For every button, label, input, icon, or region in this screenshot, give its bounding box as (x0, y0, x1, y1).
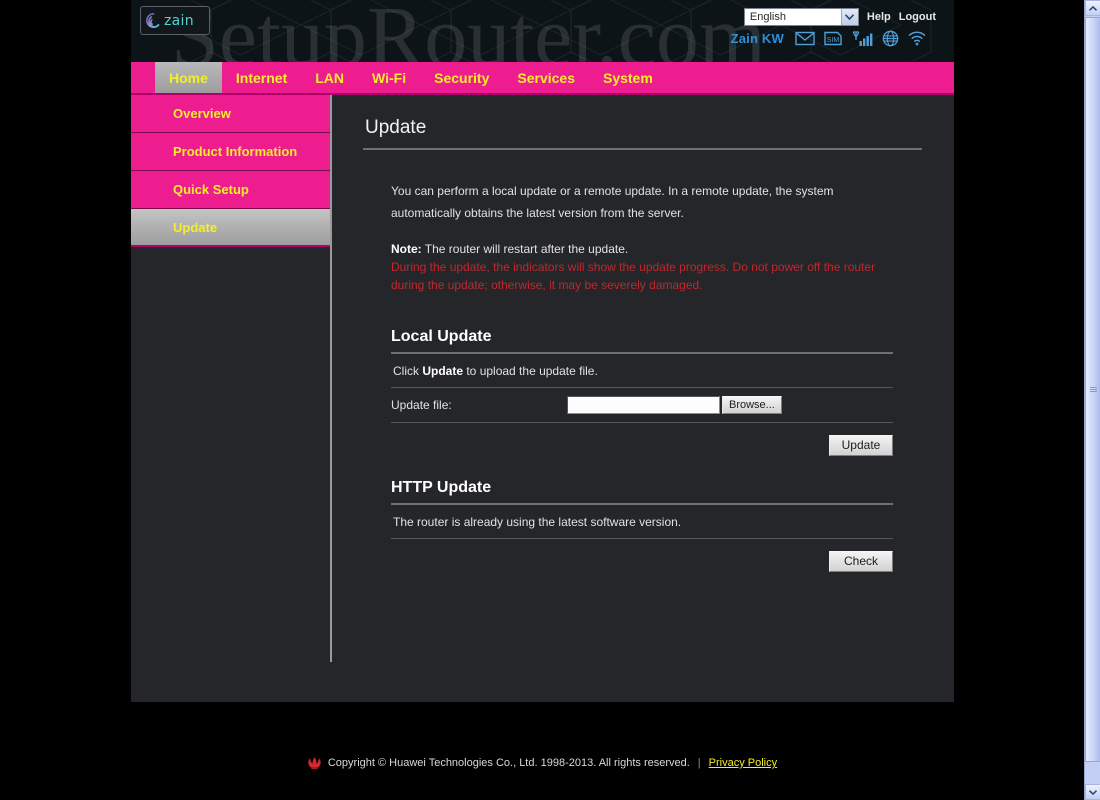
http-update-status: The router is already using the latest s… (393, 515, 682, 529)
page-title: Update (365, 117, 427, 138)
sidebar-menu: Overview Product Information Quick Setup… (131, 95, 332, 662)
local-update-actions: Update (391, 423, 893, 479)
zain-logo-text: zain (164, 12, 194, 29)
main-navigation: Home Internet LAN Wi-Fi Security Service… (131, 62, 954, 95)
browse-button[interactable]: Browse... (722, 396, 782, 414)
logout-link[interactable]: Logout (899, 11, 936, 23)
site-watermark: SetupRouter.com (171, 0, 766, 62)
content-area: Update You can perform a local update or… (332, 95, 954, 662)
scrollbar-thumb[interactable] (1085, 17, 1100, 762)
note-line: Note: The router will restart after the … (391, 240, 891, 258)
warning-text: During the update, the indicators will s… (391, 260, 876, 292)
note-label: Note: (391, 242, 422, 256)
instruction-bold: Update (422, 364, 464, 378)
language-selected-value: English (749, 11, 786, 23)
chevron-down-icon (1089, 789, 1097, 795)
note-block: Note: The router will restart after the … (391, 240, 891, 294)
wifi-icon[interactable] (908, 31, 926, 46)
privacy-policy-link[interactable]: Privacy Policy (709, 757, 777, 769)
help-link[interactable]: Help (867, 11, 891, 23)
nav-item-internet[interactable]: Internet (222, 62, 301, 93)
nav-item-home[interactable]: Home (155, 62, 222, 93)
sidebar-item-overview[interactable]: Overview (131, 95, 330, 133)
sidebar-item-quick-setup[interactable]: Quick Setup (131, 171, 330, 209)
title-divider (363, 148, 922, 150)
update-file-input[interactable] (567, 396, 720, 414)
huawei-logo-icon (308, 757, 321, 770)
vertical-scrollbar[interactable] (1084, 0, 1100, 800)
http-update-section: HTTP Update The router is already using … (391, 479, 893, 595)
nav-item-wifi[interactable]: Wi-Fi (358, 62, 420, 93)
chevron-up-icon (1089, 5, 1097, 11)
scrollbar-down-button[interactable] (1085, 784, 1100, 800)
mail-icon[interactable] (795, 31, 815, 46)
page-header: SetupRouter.com zain English Help Logout… (131, 0, 954, 62)
zain-swirl-icon (146, 13, 160, 28)
scrollbar-grip (1090, 386, 1097, 393)
update-file-label: Update file: (391, 398, 452, 412)
instruction-suffix: to upload the update file. (463, 364, 598, 378)
signal-bars-icon[interactable] (851, 30, 873, 47)
nav-item-lan[interactable]: LAN (301, 62, 358, 93)
zain-logo[interactable]: zain (140, 6, 210, 35)
intro-text: You can perform a local update or a remo… (391, 184, 834, 220)
status-bar: Zain KW SIM (731, 30, 926, 47)
http-update-title: HTTP Update (391, 479, 492, 496)
check-button[interactable]: Check (829, 551, 893, 572)
sidebar-item-update[interactable]: Update (131, 209, 330, 247)
scrollbar-up-button[interactable] (1085, 0, 1100, 16)
chevron-down-icon[interactable] (840, 9, 858, 25)
screenshot-root: SetupRouter.com zain English Help Logout… (0, 0, 1100, 800)
scrollbar-track[interactable] (1085, 17, 1100, 783)
footer-separator: | (697, 757, 701, 769)
http-update-actions: Check (391, 539, 893, 595)
page-body: Overview Product Information Quick Setup… (131, 95, 954, 662)
language-select[interactable]: English (743, 8, 859, 26)
local-update-title: Local Update (391, 328, 492, 345)
local-update-section: Local Update Click Update to upload the … (391, 328, 893, 479)
carrier-name: Zain KW (730, 31, 784, 46)
router-admin-window: SetupRouter.com zain English Help Logout… (131, 0, 954, 702)
nav-item-security[interactable]: Security (420, 62, 503, 93)
copyright-text: Copyright © Huawei Technologies Co., Ltd… (327, 757, 690, 769)
sidebar-item-product-information[interactable]: Product Information (131, 133, 330, 171)
note-text: The router will restart after the update… (421, 242, 629, 256)
nav-item-services[interactable]: Services (503, 62, 589, 93)
page-footer: Copyright © Huawei Technologies Co., Ltd… (0, 756, 1084, 770)
update-button[interactable]: Update (829, 435, 893, 456)
local-update-instruction: Click Update to upload the update file. (391, 354, 893, 387)
nav-item-system[interactable]: System (589, 62, 667, 93)
svg-text:SIM: SIM (827, 37, 840, 44)
header-controls: English Help Logout (743, 8, 936, 26)
instruction-prefix: Click (393, 364, 423, 378)
globe-icon[interactable] (882, 30, 899, 47)
update-file-row: Update file: Browse... (391, 388, 893, 422)
sim-card-icon[interactable]: SIM (824, 31, 842, 46)
